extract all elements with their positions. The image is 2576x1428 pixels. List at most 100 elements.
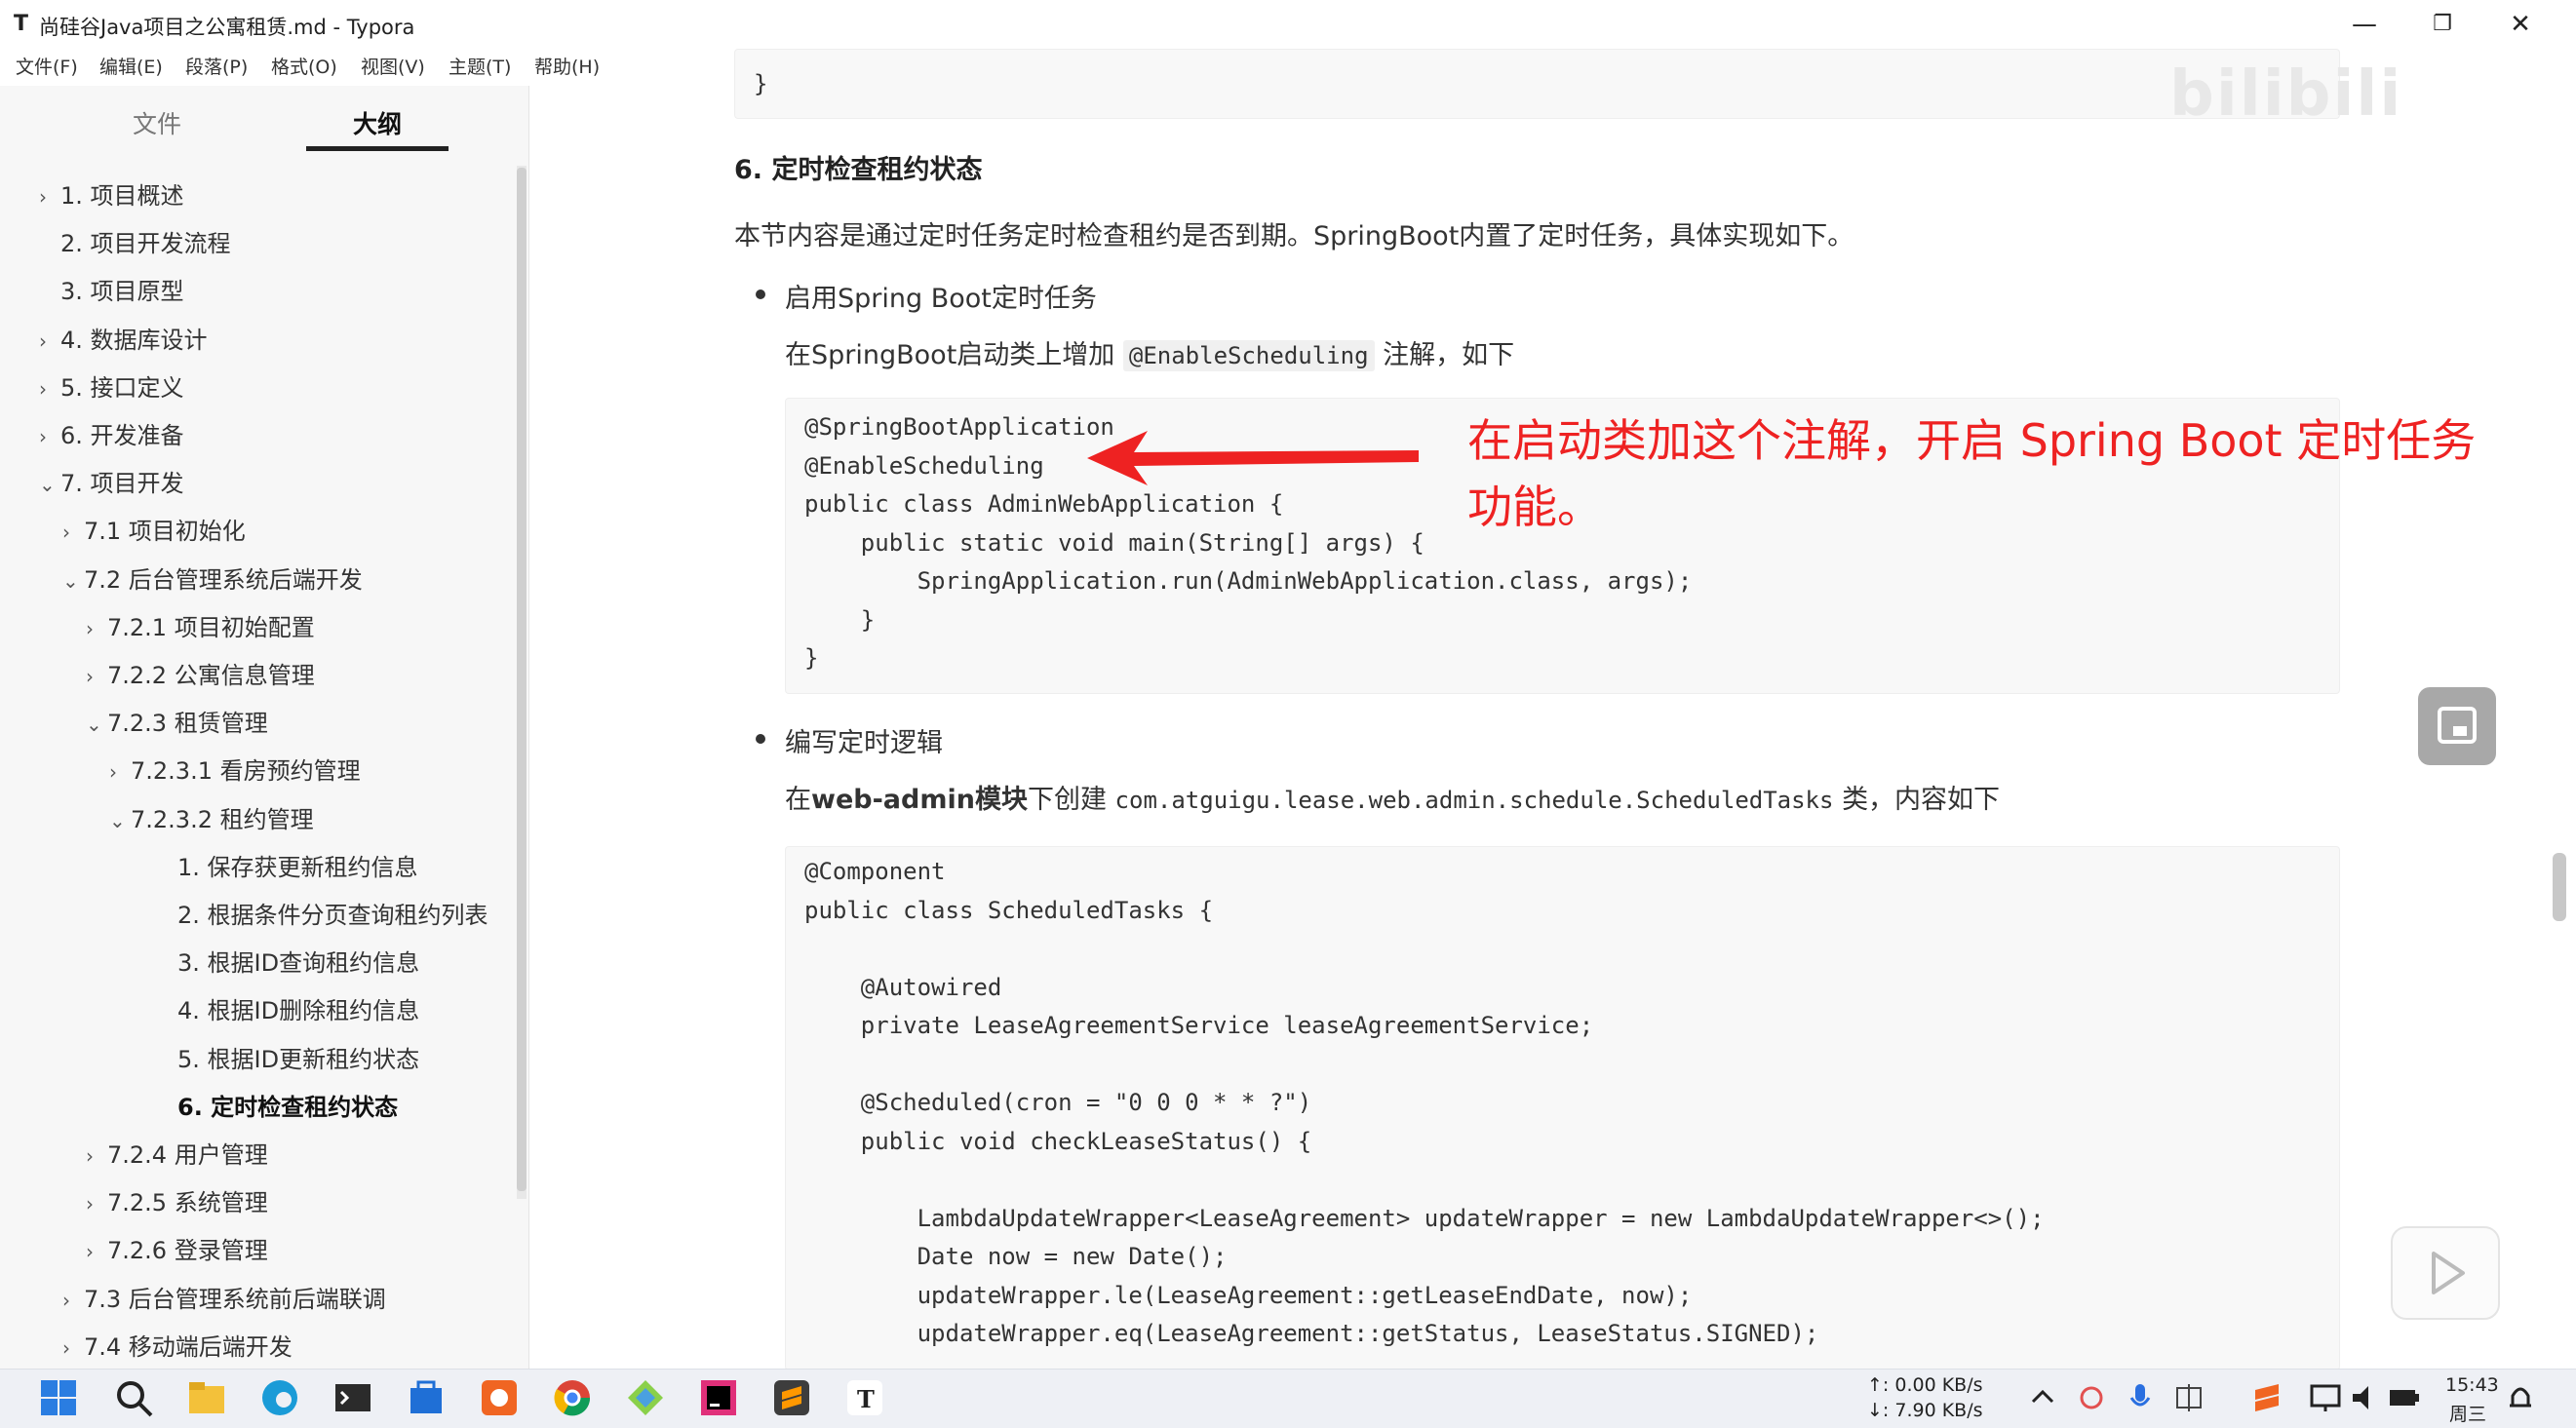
para-text: 类，内容如下: [1842, 785, 2001, 815]
create-class-paragraph: 在web-admin模块下创建 com.atguigu.lease.web.ad…: [785, 778, 2000, 816]
outline-item-label: 7.1 项目初始化: [84, 518, 246, 546]
menu-edit[interactable]: 编辑(E): [99, 49, 163, 86]
input-method-icon[interactable]: [2169, 1376, 2212, 1419]
battery-icon[interactable]: [2384, 1376, 2427, 1419]
outline-item[interactable]: 3. 项目原型: [39, 268, 184, 315]
windows-start-icon[interactable]: [37, 1376, 80, 1419]
app-colorful-icon[interactable]: [624, 1376, 667, 1419]
chevron-right-icon[interactable]: ›: [86, 1180, 107, 1227]
edge-browser-icon[interactable]: [258, 1376, 301, 1419]
tab-outline[interactable]: 大纲: [304, 97, 450, 152]
outline-item[interactable]: 2. 项目开发流程: [39, 220, 231, 267]
outline-item[interactable]: 6. 定时检查租约状态: [156, 1084, 398, 1131]
sublime-text-icon[interactable]: [770, 1376, 813, 1419]
chevron-down-icon[interactable]: ⌄: [62, 558, 84, 604]
outline-item[interactable]: 4. 根据ID删除租约信息: [156, 987, 419, 1034]
code-block-previous[interactable]: [734, 49, 2340, 119]
typora-taskbar-icon[interactable]: T: [843, 1376, 886, 1419]
chevron-up-icon[interactable]: [2023, 1376, 2066, 1419]
display-icon[interactable]: [2306, 1376, 2349, 1419]
chevron-right-icon[interactable]: ›: [62, 1277, 84, 1324]
intellij-idea-icon[interactable]: [697, 1376, 740, 1419]
outline-item[interactable]: › 7.2.6 登录管理: [86, 1227, 268, 1274]
inline-code-enablescheduling: @EnableScheduling: [1122, 340, 1375, 371]
chevron-right-icon[interactable]: ›: [86, 1228, 107, 1275]
typora-app-icon: T: [14, 12, 29, 36]
app-orange-icon[interactable]: [478, 1376, 521, 1419]
menu-file[interactable]: 文件(F): [16, 49, 78, 86]
menu-help[interactable]: 帮助(H): [534, 49, 600, 86]
microphone-icon[interactable]: [2121, 1376, 2164, 1419]
code-line: }: [804, 605, 876, 634]
play-button[interactable]: [2391, 1226, 2500, 1320]
file-explorer-icon[interactable]: [185, 1376, 228, 1419]
para-text: 下创建: [1027, 785, 1107, 815]
terminal-icon[interactable]: [332, 1376, 374, 1419]
chevron-down-icon[interactable]: ⌄: [109, 797, 131, 844]
outline-item-label: 7.2.3.1 看房预约管理: [131, 757, 361, 786]
menu-theme[interactable]: 主题(T): [449, 49, 511, 86]
store-icon[interactable]: [405, 1376, 448, 1419]
code-line: public void checkLeaseStatus() {: [804, 1127, 1312, 1155]
outline-item[interactable]: › 5. 接口定义: [39, 365, 184, 411]
chevron-right-icon[interactable]: ›: [109, 749, 131, 795]
enable-scheduling-paragraph: 在SpringBoot启动类上增加 @EnableScheduling 注解，如…: [785, 333, 1514, 371]
outline-item-label: 1. 项目概述: [60, 182, 184, 210]
outline-item[interactable]: 2. 根据条件分页查询租约列表: [156, 892, 488, 939]
sublime-tray-icon[interactable]: [2247, 1376, 2290, 1419]
outline-item[interactable]: › 7.2.2 公寓信息管理: [86, 652, 315, 699]
outline-item-label: 7.4 移动端后端开发: [84, 1332, 293, 1361]
close-button[interactable]: ✕: [2481, 0, 2559, 49]
chevron-right-icon[interactable]: ›: [86, 1133, 107, 1179]
outline-item[interactable]: 3. 根据ID查询租约信息: [156, 940, 419, 986]
code-line: @Component: [804, 858, 946, 885]
outline-item[interactable]: › 7.4 移动端后端开发: [62, 1324, 293, 1370]
outline-item[interactable]: › 6. 开发准备: [39, 412, 184, 459]
chevron-right-icon[interactable]: ›: [86, 653, 107, 700]
outline-item[interactable]: › 7.3 后台管理系统前后端联调: [62, 1276, 386, 1323]
bilibili-watermark: bilibili: [2169, 58, 2403, 131]
search-icon[interactable]: [112, 1376, 155, 1419]
outline-item[interactable]: › 4. 数据库设计: [39, 317, 208, 364]
outline-item[interactable]: 1. 保存获更新租约信息: [156, 844, 418, 891]
menu-paragraph[interactable]: 段落(P): [185, 49, 248, 86]
outline-item-label: 7.2.6 登录管理: [107, 1237, 268, 1265]
chevron-right-icon[interactable]: ›: [39, 174, 60, 220]
volume-icon[interactable]: [2345, 1376, 2388, 1419]
outline-item[interactable]: 5. 根据ID更新租约状态: [156, 1036, 419, 1083]
sidebar-scrollbar-thumb[interactable]: [517, 168, 527, 1191]
chevron-down-icon[interactable]: ⌄: [39, 461, 60, 508]
tray-app-icon[interactable]: [2072, 1376, 2115, 1419]
outline-item-label: 7.2.5 系统管理: [107, 1189, 268, 1217]
chevron-right-icon[interactable]: ›: [39, 366, 60, 412]
chevron-right-icon[interactable]: ›: [39, 413, 60, 460]
outline-item[interactable]: › 7.1 项目初始化: [62, 508, 246, 555]
minimize-button[interactable]: —: [2325, 0, 2403, 49]
outline-item-label: 7.2.1 项目初始配置: [107, 613, 315, 641]
notification-bell-icon[interactable]: [2501, 1376, 2544, 1419]
float-window-button[interactable]: [2418, 687, 2496, 765]
outline-item[interactable]: › 7.2.5 系统管理: [86, 1179, 268, 1226]
code-line: }: [804, 644, 819, 672]
chrome-icon[interactable]: [551, 1376, 594, 1419]
outline-item-label: 3. 项目原型: [60, 278, 184, 306]
menu-format[interactable]: 格式(O): [271, 49, 337, 86]
code-line: @SpringBootApplication: [804, 413, 1114, 441]
outline-item[interactable]: ⌄ 7.2.3.2 租约管理: [109, 796, 314, 843]
outline-item[interactable]: › 1. 项目概述: [39, 173, 184, 219]
outline-item[interactable]: › 7.2.4 用户管理: [86, 1132, 268, 1178]
outline-item[interactable]: › 7.2.1 项目初始配置: [86, 604, 315, 651]
outline-item[interactable]: ⌄ 7.2.3 租赁管理: [86, 700, 268, 747]
maximize-button[interactable]: ❐: [2403, 0, 2481, 49]
chevron-right-icon[interactable]: ›: [86, 605, 107, 652]
outline-item[interactable]: ⌄ 7.2 后台管理系统后端开发: [62, 557, 363, 603]
chevron-right-icon[interactable]: ›: [62, 1325, 84, 1371]
tab-files[interactable]: 文件: [84, 97, 230, 152]
chevron-down-icon[interactable]: ⌄: [86, 701, 107, 748]
editor-scrollbar-thumb[interactable]: [2553, 853, 2566, 921]
outline-item[interactable]: › 7.2.3.1 看房预约管理: [109, 748, 361, 794]
menu-view[interactable]: 视图(V): [361, 49, 425, 86]
chevron-right-icon[interactable]: ›: [62, 509, 84, 556]
outline-item[interactable]: ⌄ 7. 项目开发: [39, 460, 184, 507]
chevron-right-icon[interactable]: ›: [39, 318, 60, 365]
